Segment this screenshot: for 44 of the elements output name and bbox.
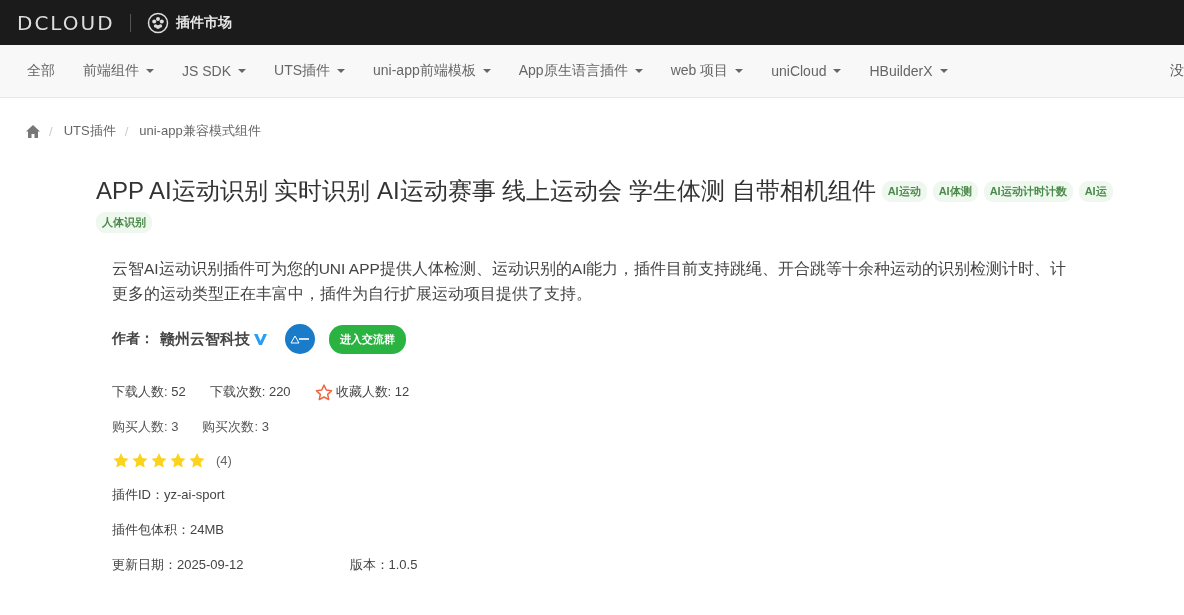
section-title[interactable]: 插件市场 xyxy=(175,13,232,32)
update-date: 更新日期：2025-09-12 xyxy=(112,556,244,574)
stat-text: 收藏人数: 12 xyxy=(335,383,410,401)
page-title: APP AI运动识别 实时识别 AI运动赛事 线上运动会 学生体测 自带相机组件 xyxy=(96,176,876,206)
stat-text: 下载人数: 52 xyxy=(112,383,186,401)
star-icon xyxy=(131,451,149,469)
nav-item[interactable]: HBuilderX xyxy=(869,63,948,79)
tag[interactable]: AI体测 xyxy=(932,180,978,202)
nav-item[interactable]: uniCloud xyxy=(771,63,842,79)
nav-item[interactable]: 前端组件 xyxy=(83,62,154,80)
star-icon[interactable] xyxy=(314,383,333,401)
separator: / xyxy=(49,123,53,139)
author-label: 作者： xyxy=(112,330,154,348)
nav-item[interactable]: App原生语言插件 xyxy=(518,62,643,80)
wheel-icon xyxy=(146,11,169,34)
star-icon xyxy=(150,451,168,469)
tag[interactable]: AI运动 xyxy=(881,180,927,202)
tag[interactable]: 人体识别 xyxy=(96,212,152,233)
home-icon[interactable] xyxy=(26,124,40,138)
stat-text: 购买次数: 3 xyxy=(202,418,269,436)
version: 版本：1.0.5 xyxy=(349,556,418,574)
plugin-id: 插件ID：yz-ai-sport xyxy=(112,486,226,504)
nav-item[interactable]: web 项目 xyxy=(670,62,744,80)
breadcrumb-link[interactable]: UTS插件 xyxy=(63,122,116,140)
package-size: 插件包体积：24MB xyxy=(112,521,225,539)
nav-item[interactable]: UTS插件 xyxy=(274,62,345,80)
rating-count: (4) xyxy=(216,452,232,468)
star-icon xyxy=(112,451,130,469)
author-name[interactable]: 赣州云智科技 xyxy=(160,329,250,349)
tag[interactable]: AI运动计时计数 xyxy=(983,180,1073,202)
tag[interactable]: AI运 xyxy=(1078,180,1113,202)
separator: / xyxy=(124,123,129,139)
breadcrumb-link[interactable]: uni-app兼容模式组件 xyxy=(139,122,261,140)
star-icon xyxy=(169,451,187,469)
stat-text: 购买人数: 3 xyxy=(112,418,179,436)
nav-item[interactable]: 全部 xyxy=(27,62,55,80)
nav-link[interactable]: 没 xyxy=(1170,62,1184,80)
nav-item[interactable]: uni-app前端模板 xyxy=(373,62,491,80)
star-icon xyxy=(188,451,206,469)
description: 云智AI运动识别插件可为您的UNI APP提供人体检测、运动识别的AI能力，插件目前支持跳绳、开合跳等十余种运动的识别检测计时、计 更多的运动类型正在丰富中，插件为自行扩展运动项目提供了支持。 xyxy=(112,259,1068,304)
avatar[interactable] xyxy=(285,324,315,354)
logo[interactable]: DCLOUD xyxy=(17,10,115,35)
stat-text: 下载次数: 220 xyxy=(209,383,291,401)
nav-item[interactable]: JS SDK xyxy=(182,63,246,79)
